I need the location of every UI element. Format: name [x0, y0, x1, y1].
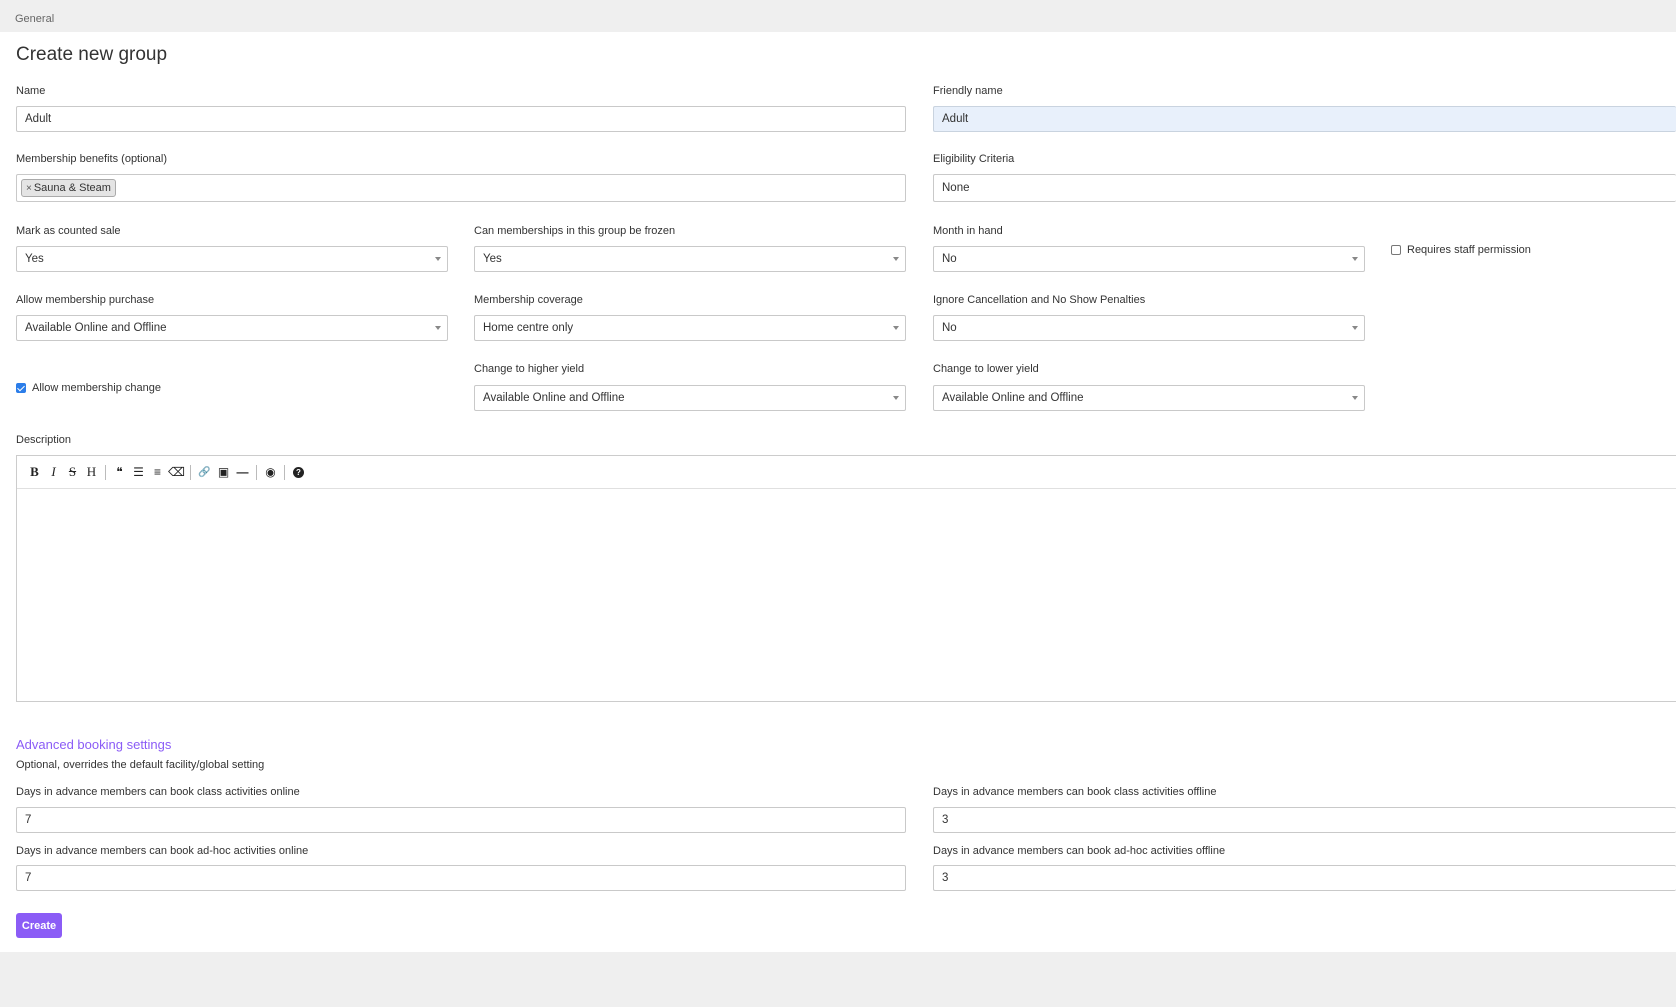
chevron-down-icon	[1352, 257, 1358, 261]
form-panel: Create new group Name Adult Friendly nam…	[0, 32, 1676, 952]
higher-yield-value: Available Online and Offline	[483, 392, 625, 404]
month-in-hand-value: No	[942, 253, 957, 265]
frozen-select[interactable]: Yes	[474, 246, 906, 272]
benefit-tag[interactable]: × Sauna & Steam	[21, 179, 116, 197]
image-icon[interactable]: ▣	[214, 462, 233, 482]
horizontal-rule-icon[interactable]: —	[233, 462, 252, 482]
eligibility-label: Eligibility Criteria	[933, 153, 1015, 165]
class-online-label: Days in advance members can book class a…	[16, 786, 300, 798]
allow-purchase-value: Available Online and Offline	[25, 322, 167, 334]
advanced-section-title: Advanced booking settings	[16, 737, 172, 752]
toolbar-divider	[256, 464, 257, 480]
benefits-label: Membership benefits (optional)	[16, 153, 168, 165]
lower-yield-label: Change to lower yield	[933, 363, 1039, 375]
higher-yield-label: Change to higher yield	[474, 363, 585, 375]
description-textarea[interactable]	[17, 489, 1676, 701]
chevron-down-icon	[893, 257, 899, 261]
frozen-label: Can memberships in this group be frozen	[474, 225, 676, 237]
ignore-penalties-select[interactable]: No	[933, 315, 1365, 341]
help-icon[interactable]: ?	[289, 462, 308, 482]
friendly-name-input[interactable]: Adult	[933, 106, 1676, 132]
frozen-value: Yes	[483, 253, 502, 265]
counted-sale-value: Yes	[25, 253, 44, 265]
link-icon[interactable]: 🔗	[195, 462, 214, 482]
chevron-down-icon	[435, 326, 441, 330]
allow-purchase-select[interactable]: Available Online and Offline	[16, 315, 448, 341]
counted-sale-label: Mark as counted sale	[16, 225, 121, 237]
breadcrumb[interactable]: General	[15, 13, 54, 25]
description-editor: B I S H ❝ ☰ ≡ ⌫ 🔗 ▣ — ◉ ?	[16, 455, 1676, 702]
eraser-icon[interactable]: ⌫	[167, 462, 186, 482]
adhoc-online-input[interactable]: 7	[16, 865, 906, 891]
toolbar-divider	[105, 464, 106, 480]
advanced-section-subtitle: Optional, overrides the default facility…	[16, 759, 265, 771]
month-in-hand-label: Month in hand	[933, 225, 1003, 237]
chevron-down-icon	[435, 257, 441, 261]
create-button[interactable]: Create	[16, 913, 62, 938]
help-glyph: ?	[293, 466, 304, 478]
ignore-penalties-label: Ignore Cancellation and No Show Penaltie…	[933, 294, 1146, 306]
higher-yield-select[interactable]: Available Online and Offline	[474, 385, 906, 411]
name-label: Name	[16, 85, 46, 97]
allow-change-toggle[interactable]: Allow membership change	[16, 382, 161, 394]
chevron-down-icon	[1352, 396, 1358, 400]
coverage-label: Membership coverage	[474, 294, 583, 306]
description-label: Description	[16, 434, 72, 446]
remove-tag-icon[interactable]: ×	[26, 183, 32, 194]
allow-purchase-label: Allow membership purchase	[16, 294, 155, 306]
adhoc-offline-input[interactable]: 3	[933, 865, 1676, 891]
lower-yield-value: Available Online and Offline	[942, 392, 1084, 404]
unordered-list-icon[interactable]: ☰	[129, 462, 148, 482]
toolbar-divider	[190, 464, 191, 480]
friendly-name-label: Friendly name	[933, 85, 1003, 97]
chevron-down-icon	[893, 396, 899, 400]
lower-yield-select[interactable]: Available Online and Offline	[933, 385, 1365, 411]
name-input[interactable]: Adult	[16, 106, 906, 132]
strikethrough-icon[interactable]: S	[63, 462, 82, 482]
adhoc-online-label: Days in advance members can book ad-hoc …	[16, 845, 309, 857]
class-online-input[interactable]: 7	[16, 807, 906, 833]
adhoc-offline-label: Days in advance members can book ad-hoc …	[933, 845, 1226, 857]
allow-change-checkbox[interactable]	[16, 383, 26, 393]
quote-icon[interactable]: ❝	[110, 462, 129, 482]
benefits-multiselect[interactable]: × Sauna & Steam	[16, 174, 906, 202]
editor-toolbar: B I S H ❝ ☰ ≡ ⌫ 🔗 ▣ — ◉ ?	[17, 456, 1676, 489]
staff-permission-label: Requires staff permission	[1407, 244, 1531, 256]
class-offline-input[interactable]: 3	[933, 807, 1676, 833]
preview-icon[interactable]: ◉	[261, 462, 280, 482]
coverage-value: Home centre only	[483, 322, 574, 334]
heading-icon[interactable]: H	[82, 462, 101, 482]
counted-sale-select[interactable]: Yes	[16, 246, 448, 272]
benefit-tag-label: Sauna & Steam	[33, 182, 111, 194]
allow-change-label: Allow membership change	[32, 382, 162, 394]
eligibility-input[interactable]: None	[933, 174, 1676, 202]
toolbar-divider	[284, 464, 285, 480]
month-in-hand-select[interactable]: No	[933, 246, 1365, 272]
chevron-down-icon	[893, 326, 899, 330]
ordered-list-icon[interactable]: ≡	[148, 462, 167, 482]
page-title: Create new group	[16, 44, 168, 65]
class-offline-label: Days in advance members can book class a…	[933, 786, 1217, 798]
ignore-penalties-value: No	[942, 322, 957, 334]
staff-permission-checkbox[interactable]	[1391, 245, 1401, 255]
coverage-select[interactable]: Home centre only	[474, 315, 906, 341]
staff-permission-toggle[interactable]: Requires staff permission	[1391, 244, 1531, 256]
bold-icon[interactable]: B	[25, 462, 44, 482]
chevron-down-icon	[1352, 326, 1358, 330]
italic-icon[interactable]: I	[44, 462, 63, 482]
